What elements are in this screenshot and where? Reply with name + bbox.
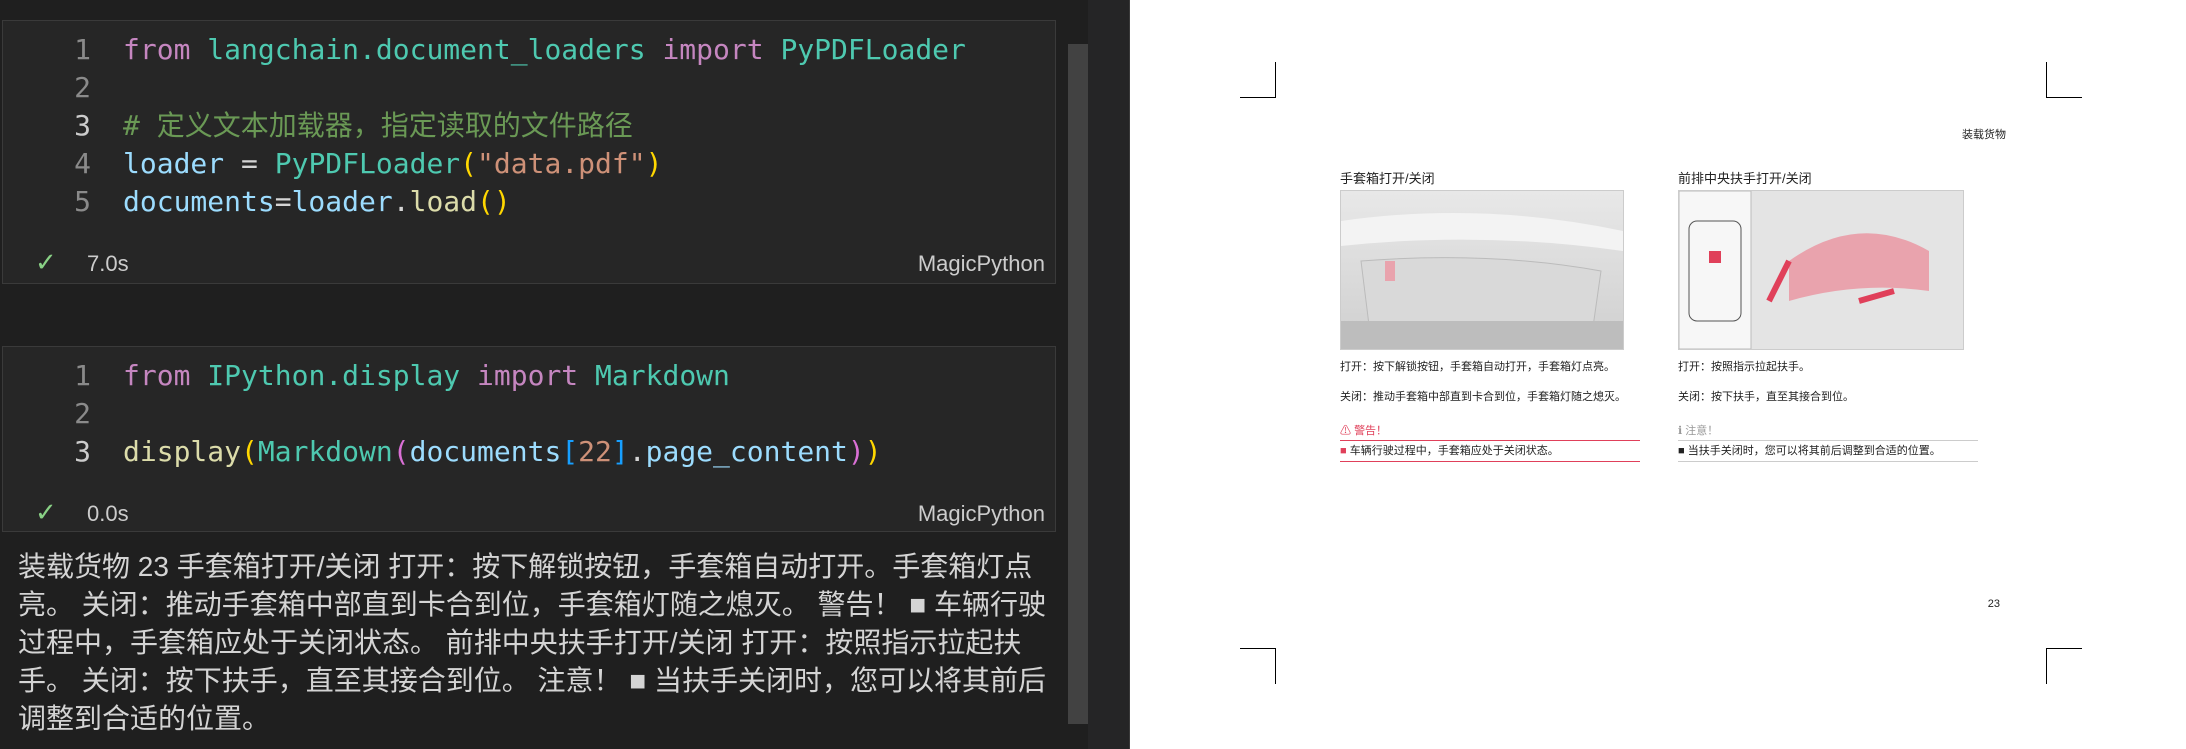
- code-text: display(Markdown(documents[22].page_cont…: [123, 433, 882, 471]
- code-token: loader: [123, 147, 242, 180]
- code-token: ): [864, 435, 882, 468]
- warning-item: ■ 车辆行驶过程中，手套箱应处于关闭状态。: [1340, 442, 1640, 462]
- warning-icon: ⚠: [1340, 425, 1351, 437]
- markdown-output: 装载货物 23 手套箱打开/关闭 打开：按下解锁按钮，手套箱自动打开。手套箱灯点…: [18, 551, 1047, 734]
- language-label[interactable]: MagicPython: [918, 501, 1045, 527]
- code-token: (: [392, 435, 410, 468]
- code-token: "data.pdf": [477, 147, 646, 180]
- code-token: (): [477, 185, 511, 218]
- code-text: from langchain.document_loaders import P…: [123, 31, 966, 69]
- execution-time: 0.0s: [87, 501, 129, 526]
- cell-status-bar-2: ✓ 0.0s MagicPython: [3, 493, 1055, 533]
- cell-status-bar-1: ✓ 7.0s MagicPython: [3, 243, 1055, 283]
- code-text: # 定义文本加载器，指定读取的文件路径: [123, 107, 633, 145]
- code-cell-1[interactable]: 1 from langchain.document_loaders import …: [2, 20, 1056, 284]
- code-token: import: [477, 359, 596, 392]
- code-token: # 定义文本加载器，指定读取的文件路径: [123, 109, 633, 142]
- glovebox-title: 手套箱打开/关闭: [1340, 171, 1435, 186]
- code-cell-2[interactable]: 1 from IPython.display import Markdown 2 3 d…: [2, 346, 1056, 532]
- code-token: page_content: [645, 435, 848, 468]
- code-text: loader = PyPDFLoader("data.pdf"): [123, 145, 662, 183]
- note-icon: ℹ: [1678, 425, 1683, 437]
- armrest-title: 前排中央扶手打开/关闭: [1678, 171, 1812, 186]
- warning-header: ⚠ 警告！: [1340, 422, 1640, 441]
- line-number: 5: [74, 185, 91, 218]
- armrest-illustration: [1679, 191, 1929, 349]
- code-token: langchain.document_loaders: [207, 33, 663, 66]
- language-label[interactable]: MagicPython: [918, 251, 1045, 277]
- bullet-icon: ■: [1678, 445, 1685, 457]
- code-editor-2[interactable]: 1 from IPython.display import Markdown 2 3 d…: [3, 347, 1055, 487]
- crop-mark-bottom-left: [1240, 648, 1276, 684]
- code-token: loader: [291, 185, 393, 218]
- glovebox-illustration: [1341, 213, 1623, 349]
- line-number: 2: [74, 71, 91, 104]
- line-number: 3: [74, 109, 91, 142]
- code-token: PyPDFLoader: [274, 147, 461, 180]
- code-token: load: [409, 185, 478, 218]
- armrest-open-text: 打开：按照指示拉起扶手。: [1678, 361, 1810, 373]
- pdf-page-preview: 装载货物 手套箱打开/关闭 打开：按下解锁按钮，手套箱自动打开，手套箱灯点亮。 …: [1130, 0, 2186, 749]
- success-check-icon: ✓: [35, 247, 57, 277]
- code-text: from IPython.display import Markdown: [123, 357, 730, 395]
- note-header: ℹ 注意！: [1678, 422, 1978, 441]
- crop-mark-bottom-right: [2046, 648, 2082, 684]
- glovebox-open-text: 打开：按下解锁按钮，手套箱自动打开，手套箱灯点亮。: [1340, 361, 1615, 373]
- code-token: Markdown: [595, 359, 730, 392]
- code-token: documents: [409, 435, 562, 468]
- armrest-image: [1678, 190, 1964, 350]
- code-token: (: [241, 435, 258, 468]
- code-token: from: [123, 359, 208, 392]
- code-token: =: [241, 147, 275, 180]
- execution-time: 7.0s: [87, 251, 129, 276]
- code-token: display: [123, 435, 242, 468]
- pdf-header: 装载货物: [1962, 129, 2006, 141]
- line-number: 3: [74, 435, 91, 468]
- page-number: 23: [1987, 598, 2000, 610]
- code-token: from: [123, 33, 208, 66]
- code-editor-1[interactable]: 1 from langchain.document_loaders import …: [3, 21, 1055, 231]
- code-token: ): [645, 147, 663, 180]
- glovebox-image: [1340, 190, 1624, 350]
- armrest-close-text: 关闭：按下扶手，直至其接合到位。: [1678, 391, 1854, 403]
- code-token: Markdown: [257, 435, 393, 468]
- code-token: documents: [123, 185, 275, 218]
- line-number: 2: [74, 397, 91, 430]
- line-number: 1: [74, 359, 91, 392]
- code-token: (: [460, 147, 478, 180]
- success-check-icon: ✓: [35, 497, 57, 527]
- crop-mark-top-right: [2046, 62, 2082, 98]
- warning-label: 警告！: [1354, 425, 1388, 437]
- code-token: =: [274, 185, 292, 218]
- code-token: 22: [578, 435, 612, 468]
- note-label: 注意！: [1685, 425, 1719, 437]
- line-number: 4: [74, 147, 91, 180]
- code-token: .: [392, 185, 410, 218]
- code-text: documents=loader.load(): [123, 183, 511, 221]
- code-token: .: [628, 435, 646, 468]
- code-token: [: [561, 435, 579, 468]
- crop-mark-top-left: [1240, 62, 1276, 98]
- code-token: ): [847, 435, 865, 468]
- notebook-scrollbar[interactable]: [1068, 44, 1088, 724]
- warning-text: 车辆行驶过程中，手套箱应处于关闭状态。: [1349, 445, 1559, 457]
- code-token: ]: [611, 435, 629, 468]
- notebook-panel: 1 from langchain.document_loaders import …: [0, 0, 1068, 749]
- panel-divider[interactable]: [1088, 0, 1130, 749]
- note-text: 当扶手关闭时，您可以将其前后调整到合适的位置。: [1687, 445, 1941, 457]
- code-token: PyPDFLoader: [780, 33, 966, 66]
- note-item: ■ 当扶手关闭时，您可以将其前后调整到合适的位置。: [1678, 442, 1978, 462]
- glovebox-close-text: 关闭：推动手套箱中部直到卡合到位，手套箱灯随之熄灭。: [1340, 391, 1626, 403]
- code-token: IPython.display: [207, 359, 478, 392]
- line-number: 1: [74, 33, 91, 66]
- bullet-icon: ■: [1340, 445, 1347, 457]
- code-token: import: [662, 33, 781, 66]
